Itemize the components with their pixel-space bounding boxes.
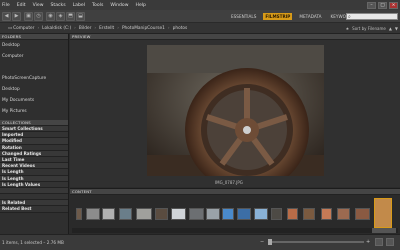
thumbnail[interactable]: [189, 208, 204, 220]
crumb-separator-icon: ›: [167, 25, 170, 31]
preview-image[interactable]: [147, 45, 324, 176]
thumbnail[interactable]: [136, 208, 152, 220]
filmstrip-scrollbar[interactable]: [72, 228, 398, 233]
menu-window[interactable]: Window: [110, 3, 128, 8]
workspace-switcher: ESSENTIALS FILMSTRIP METADATA KEYWORDS ▾: [229, 13, 364, 20]
crumb-label: Bilder: [78, 25, 92, 31]
crumb-separator-icon: ›: [94, 25, 97, 31]
thumbnail[interactable]: [254, 208, 268, 220]
menu-file[interactable]: File: [2, 3, 10, 8]
preview-caption: IMG_0787.JPG: [215, 180, 243, 185]
breadcrumb: ▭ Computer › Lokaldisk (C:) › Bilder › Er…: [0, 23, 400, 34]
recent-icon[interactable]: ◷: [34, 12, 43, 21]
back-icon[interactable]: ◀: [2, 12, 11, 21]
close-button[interactable]: ×: [389, 1, 398, 9]
workspace-essentials[interactable]: ESSENTIALS: [229, 13, 258, 20]
thumbnail[interactable]: [237, 208, 251, 220]
folder-item[interactable]: Desktop: [0, 84, 68, 95]
status-bar: 1 items, 1 selected – 2.76 MB − +: [0, 234, 400, 250]
search-icon: ⌕: [348, 13, 351, 20]
thumbnail[interactable]: [119, 208, 132, 220]
crumb-label: Erstellt: [99, 25, 115, 31]
menu-label[interactable]: Label: [73, 3, 85, 8]
thumbnail-selected[interactable]: [374, 198, 392, 228]
thumbnail[interactable]: [206, 208, 220, 220]
list-view-icon[interactable]: [386, 238, 394, 246]
crumb-photos[interactable]: photos: [173, 26, 188, 31]
crumb-label: Computer: [13, 25, 35, 31]
workspace-metadata[interactable]: METADATA: [297, 13, 323, 20]
zoom-slider-handle[interactable]: [268, 239, 272, 245]
thumbnail[interactable]: [355, 208, 370, 220]
folder-item[interactable]: [0, 62, 68, 73]
crumb-computer[interactable]: ▭ Computer: [8, 26, 34, 31]
folder-item[interactable]: Computer: [0, 51, 68, 62]
crumb-course[interactable]: PhotoManipCourse1: [122, 26, 165, 31]
thumbnail[interactable]: [76, 208, 82, 220]
thumbnail[interactable]: [86, 208, 100, 220]
grid-view-icon[interactable]: [375, 238, 383, 246]
camera-icon[interactable]: ◉: [46, 12, 55, 21]
output-icon[interactable]: ⬓: [76, 12, 85, 21]
toolbar: ◀ ▶ ▣ ◷ ◉ ◈ ⬒ ⬓ ESSENTIALS FILMSTRIP MET…: [0, 10, 400, 23]
crumb-label: PhotoManipCourse1: [121, 25, 165, 31]
collections-list: Smart Collections Imported Modified Rota…: [0, 126, 68, 213]
thumbnail[interactable]: [287, 208, 298, 220]
scrollbar-thumb[interactable]: [372, 228, 396, 233]
crumb-separator-icon: ›: [37, 25, 40, 31]
computer-icon: ▭: [8, 25, 13, 31]
folder-item[interactable]: My Documents: [0, 95, 68, 106]
sort-descending-icon[interactable]: ▼: [395, 26, 398, 31]
search-input[interactable]: [346, 13, 398, 20]
crumb-bilder[interactable]: Bilder: [79, 26, 91, 31]
zoom-slider[interactable]: [268, 241, 364, 243]
crumb-label: photos: [172, 25, 188, 31]
thumbnail[interactable]: [303, 208, 315, 220]
folder-item[interactable]: PhotoScreenCapture: [0, 73, 68, 84]
zoom-in-icon[interactable]: +: [366, 239, 370, 245]
menu-tools[interactable]: Tools: [92, 3, 103, 8]
thumbnail[interactable]: [222, 208, 234, 220]
maximize-button[interactable]: □: [378, 1, 387, 9]
thumbnail[interactable]: [271, 208, 282, 220]
crumb-separator-icon: ›: [74, 25, 76, 31]
folder-icon[interactable]: ▣: [24, 12, 33, 21]
menu-stacks[interactable]: Stacks: [51, 3, 66, 8]
menu-edit[interactable]: Edit: [17, 3, 26, 8]
folder-item[interactable]: Desktop: [0, 40, 68, 51]
star-filter-icon[interactable]: ★: [346, 26, 350, 31]
crumb-separator-icon: ›: [117, 25, 119, 31]
status-text: 1 items, 1 selected – 2.76 MB: [2, 240, 64, 245]
workspace-filmstrip[interactable]: FILMSTRIP: [263, 13, 293, 20]
thumbnail[interactable]: [171, 208, 186, 220]
preview-panel-title[interactable]: PREVIEW: [70, 34, 400, 40]
thumbnail[interactable]: [321, 208, 332, 220]
minimize-button[interactable]: –: [367, 1, 376, 9]
sort-controls: ★ Sort by Filename ▲ ▼: [346, 26, 398, 31]
window-controls: – □ ×: [367, 0, 400, 10]
refine-icon[interactable]: ◈: [56, 12, 65, 21]
crumb-erstellt[interactable]: Erstellt: [99, 26, 114, 31]
menu-view[interactable]: View: [33, 3, 44, 8]
thumbnail[interactable]: [102, 208, 115, 220]
forward-icon[interactable]: ▶: [12, 12, 21, 21]
sort-dropdown[interactable]: Sort by Filename: [352, 26, 386, 31]
open-icon[interactable]: ⬒: [66, 12, 75, 21]
crumb-label: Lokaldisk (C:): [42, 25, 72, 31]
wheel-photo: [147, 45, 324, 176]
collection-item[interactable]: Related Best: [0, 206, 68, 213]
left-panel: FOLDERS Desktop Computer PhotoScreenCapt…: [0, 34, 69, 234]
crumb-drive[interactable]: Lokaldisk (C:): [42, 26, 71, 31]
thumbnail[interactable]: [155, 208, 168, 220]
zoom-out-icon[interactable]: −: [260, 239, 264, 245]
menubar: File Edit View Stacks Label Tools Window…: [0, 0, 400, 10]
sort-ascending-icon[interactable]: ▲: [389, 26, 392, 31]
content-panel-title[interactable]: CONTENT: [70, 189, 400, 195]
thumbnail[interactable]: [337, 208, 350, 220]
folders-list: Desktop Computer PhotoScreenCapture Desk…: [0, 40, 68, 128]
menu-help[interactable]: Help: [135, 3, 145, 8]
folder-item[interactable]: My Pictures: [0, 106, 68, 117]
